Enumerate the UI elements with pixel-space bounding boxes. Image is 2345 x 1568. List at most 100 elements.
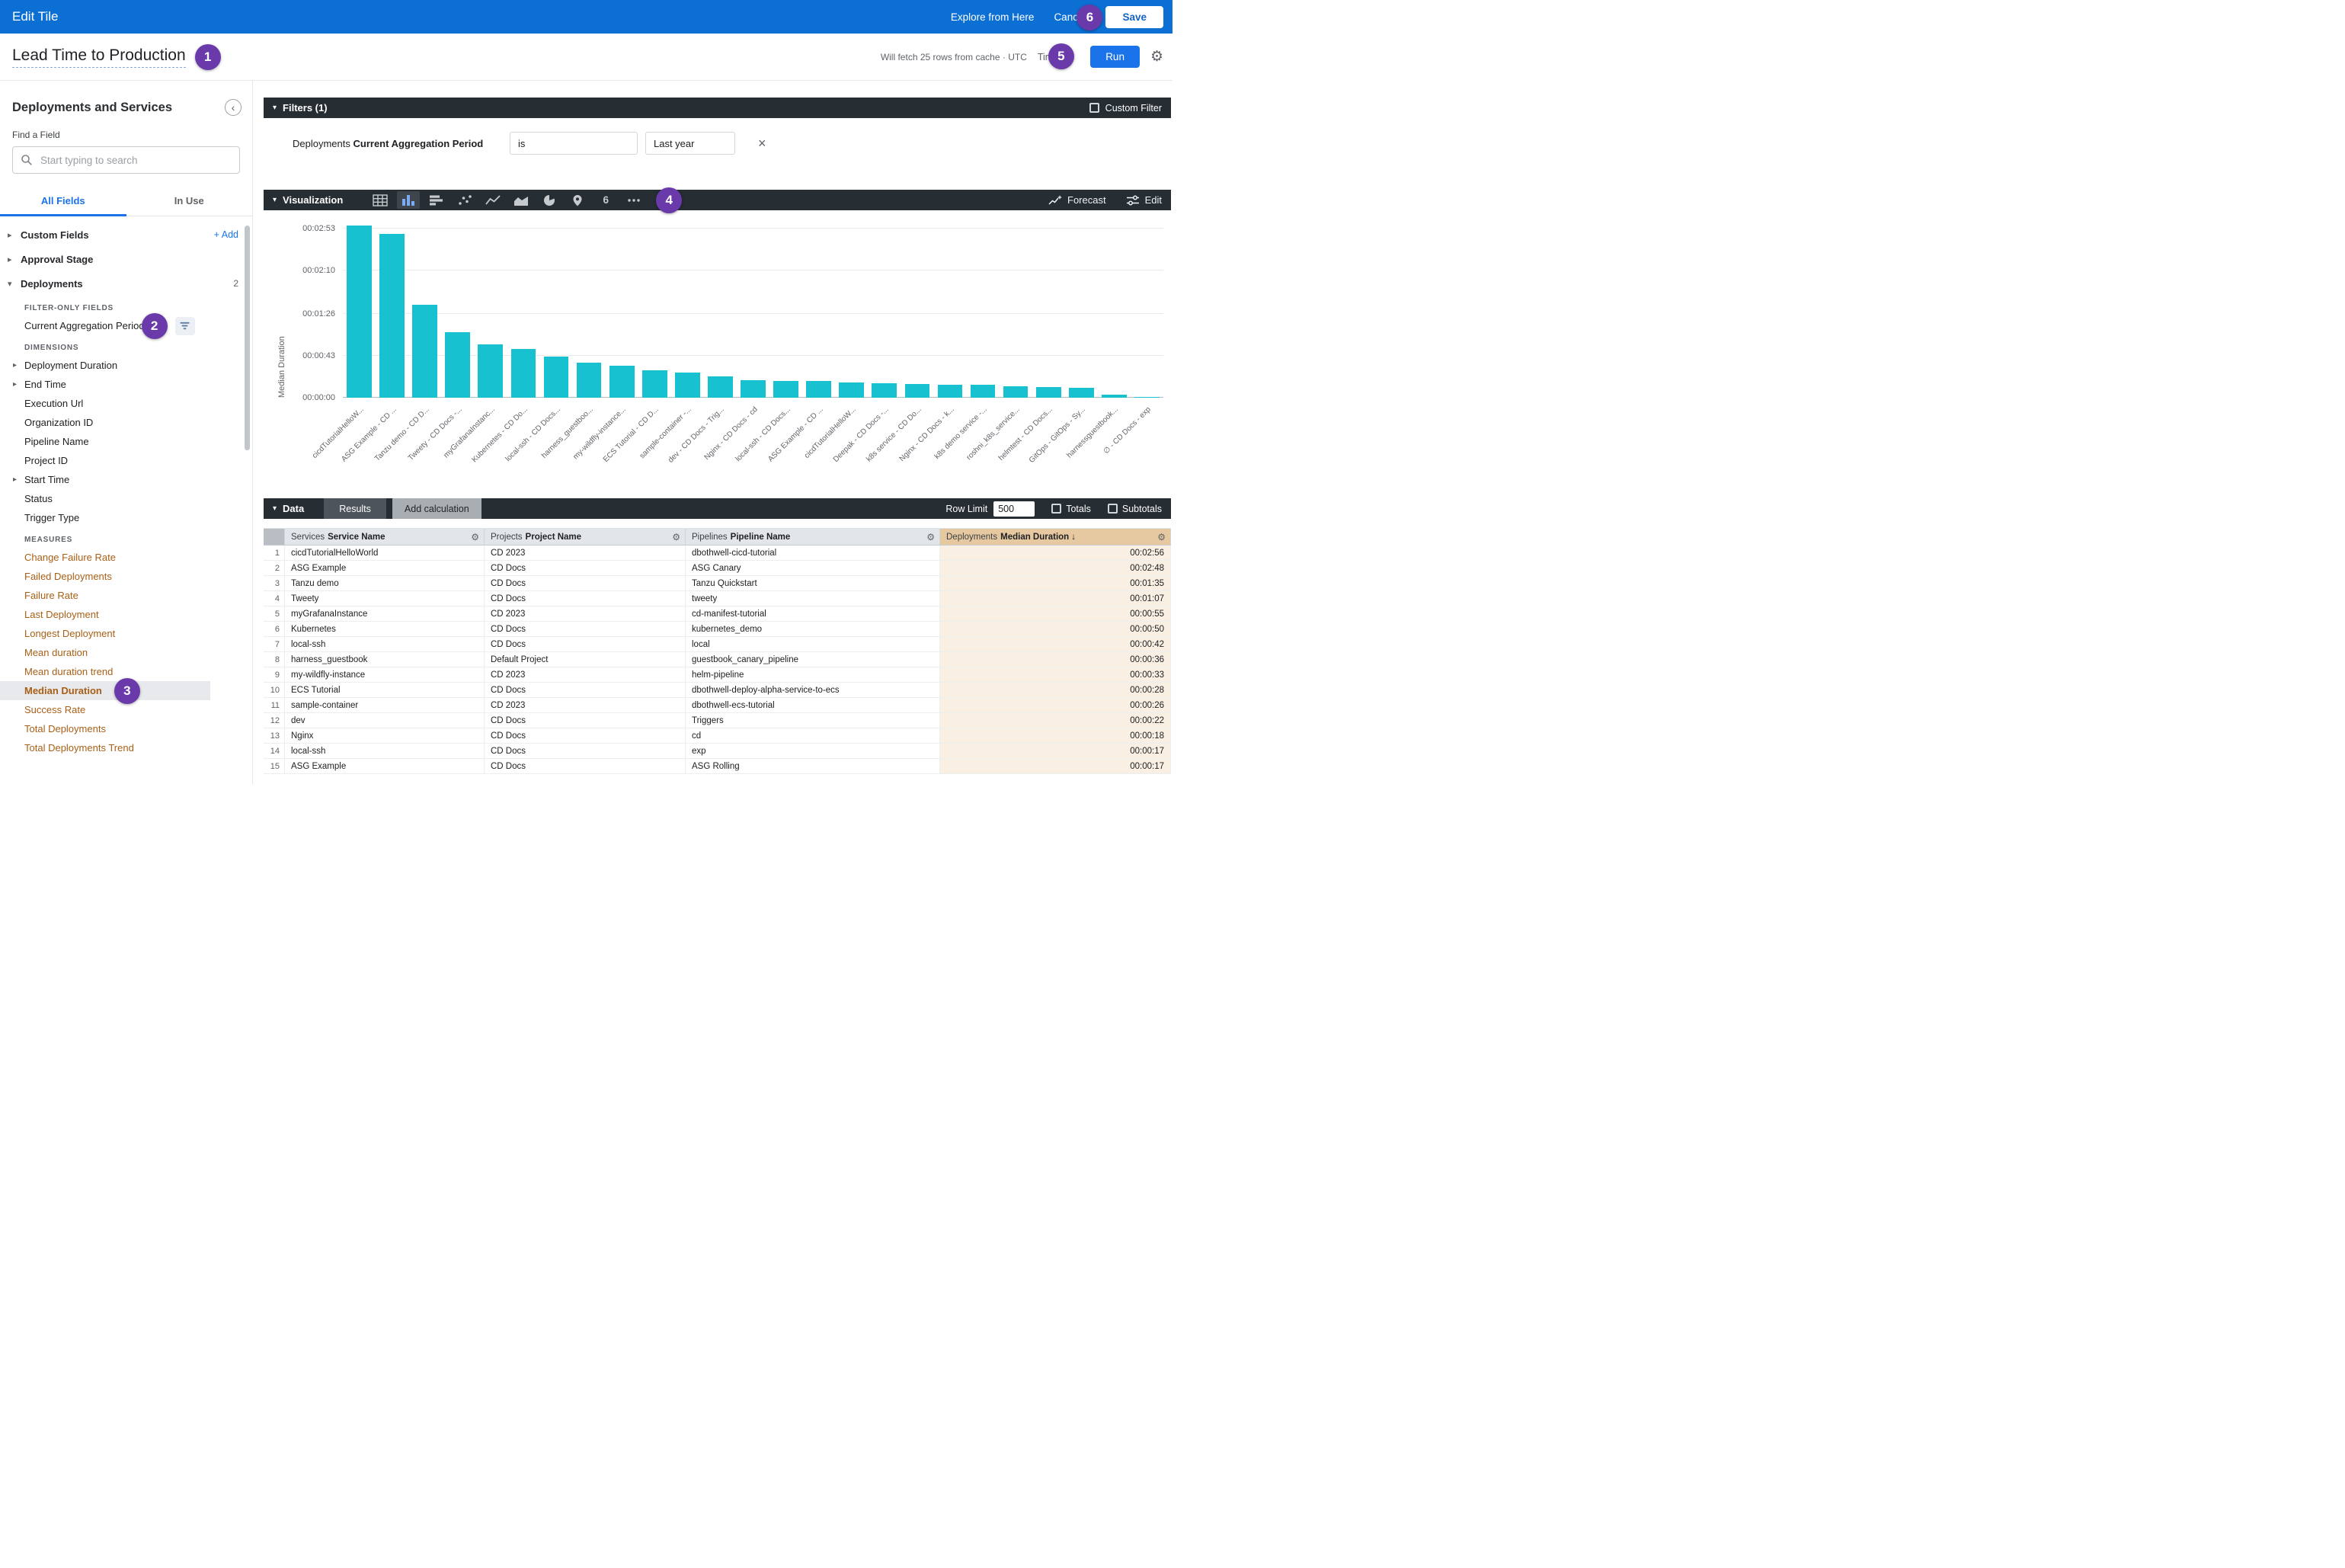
filter-by-field-button[interactable]	[175, 317, 195, 335]
filter-value-select[interactable]: Last year	[645, 132, 735, 155]
cell-pipeline-name[interactable]: Triggers	[686, 713, 940, 728]
chart-bar-24[interactable]	[1102, 395, 1127, 398]
cell-service-name[interactable]: cicdTutorialHelloWorld	[285, 546, 485, 561]
chart-bar-17[interactable]	[872, 383, 897, 398]
more-icon[interactable]	[622, 191, 645, 209]
cell-project-name[interactable]: CD Docs	[485, 728, 686, 744]
forecast-button[interactable]: Forecast	[1048, 194, 1106, 206]
chart-bar-20[interactable]	[971, 385, 996, 398]
cell-median-duration[interactable]: 00:00:33	[940, 667, 1171, 683]
remove-filter-icon[interactable]: ×	[758, 136, 766, 152]
cell-pipeline-name[interactable]: ASG Canary	[686, 561, 940, 576]
column-header-pipeline-name[interactable]: PipelinesPipeline Name ⚙	[686, 529, 940, 546]
cell-service-name[interactable]: sample-container	[285, 698, 485, 713]
column-gear-icon[interactable]: ⚙	[672, 532, 680, 542]
field-failure-rate[interactable]: Failure Rate	[0, 586, 252, 605]
row-limit-input[interactable]	[993, 501, 1035, 517]
cell-pipeline-name[interactable]: cd-manifest-tutorial	[686, 606, 940, 622]
chart-bar-19[interactable]	[938, 385, 963, 398]
single-value-icon[interactable]: 6	[594, 191, 617, 209]
subtotals-checkbox[interactable]	[1108, 504, 1118, 514]
chart-bar-6[interactable]	[511, 349, 536, 398]
cell-median-duration[interactable]: 00:00:26	[940, 698, 1171, 713]
chart-bar-16[interactable]	[839, 382, 864, 398]
column-gear-icon[interactable]: ⚙	[1157, 532, 1166, 542]
chart-bar-8[interactable]	[577, 363, 602, 398]
chart-bar-25[interactable]	[1134, 397, 1160, 398]
search-input[interactable]	[39, 154, 232, 167]
column-header-median-duration[interactable]: DeploymentsMedian Duration↓ ⚙	[940, 529, 1171, 546]
cell-project-name[interactable]: CD Docs	[485, 622, 686, 637]
cell-median-duration[interactable]: 00:02:48	[940, 561, 1171, 576]
cell-service-name[interactable]: Tanzu demo	[285, 576, 485, 591]
edit-viz-button[interactable]: Edit	[1126, 194, 1162, 206]
field-median-duration[interactable]: Median Duration 3	[0, 681, 210, 700]
cell-median-duration[interactable]: 00:00:28	[940, 683, 1171, 698]
field-execution-url[interactable]: Execution Url	[0, 394, 252, 413]
cell-project-name[interactable]: Default Project	[485, 652, 686, 667]
cell-pipeline-name[interactable]: ASG Rolling	[686, 759, 940, 774]
collapse-data-icon[interactable]: ▾	[273, 504, 277, 513]
field-failed-deployments[interactable]: Failed Deployments	[0, 567, 252, 586]
field-pipeline-name[interactable]: Pipeline Name	[0, 432, 252, 451]
area-chart-icon[interactable]	[510, 191, 533, 209]
cell-project-name[interactable]: CD Docs	[485, 713, 686, 728]
tab-results[interactable]: Results	[324, 498, 386, 519]
cell-pipeline-name[interactable]: cd	[686, 728, 940, 744]
field-project-id[interactable]: Project ID	[0, 451, 252, 470]
cell-pipeline-name[interactable]: exp	[686, 744, 940, 759]
sidebar-scrollbar[interactable]	[245, 226, 250, 450]
chart-bar-4[interactable]	[445, 332, 470, 398]
chart-bar-9[interactable]	[609, 366, 635, 398]
cell-median-duration[interactable]: 00:00:17	[940, 759, 1171, 774]
chart-bar-5[interactable]	[478, 344, 503, 398]
cell-median-duration[interactable]: 00:00:50	[940, 622, 1171, 637]
field-start-time[interactable]: ▸ Start Time	[0, 470, 252, 489]
cell-project-name[interactable]: CD 2023	[485, 667, 686, 683]
chart-bar-14[interactable]	[773, 381, 798, 398]
cell-project-name[interactable]: CD Docs	[485, 576, 686, 591]
field-total-deployments-trend[interactable]: Total Deployments Trend	[0, 738, 252, 757]
field-current-aggregation-period[interactable]: Current Aggregation Period 2	[0, 316, 252, 335]
cell-service-name[interactable]: ASG Example	[285, 561, 485, 576]
column-gear-icon[interactable]: ⚙	[471, 532, 479, 542]
chart-bar-13[interactable]	[741, 380, 766, 398]
add-calculation-button[interactable]: Add calculation	[392, 498, 481, 519]
cell-median-duration[interactable]: 00:00:18	[940, 728, 1171, 744]
cell-median-duration[interactable]: 00:00:42	[940, 637, 1171, 652]
tile-title-input[interactable]: Lead Time to Production	[12, 46, 186, 68]
field-longest-deployment[interactable]: Longest Deployment	[0, 624, 252, 643]
chart-bar-7[interactable]	[544, 357, 569, 398]
totals-checkbox[interactable]	[1051, 504, 1061, 514]
field-end-time[interactable]: ▸ End Time	[0, 375, 252, 394]
settings-gear-icon[interactable]: ⚙	[1150, 48, 1163, 66]
cell-median-duration[interactable]: 00:00:55	[940, 606, 1171, 622]
cell-project-name[interactable]: CD Docs	[485, 744, 686, 759]
cell-pipeline-name[interactable]: local	[686, 637, 940, 652]
cell-project-name[interactable]: CD Docs	[485, 591, 686, 606]
save-button[interactable]: Save	[1105, 6, 1163, 28]
cell-pipeline-name[interactable]: dbothwell-ecs-tutorial	[686, 698, 940, 713]
chart-bar-2[interactable]	[379, 234, 405, 398]
chart-bar-3[interactable]	[412, 305, 437, 398]
cell-median-duration[interactable]: 00:00:22	[940, 713, 1171, 728]
field-deployment-duration[interactable]: ▸ Deployment Duration	[0, 356, 252, 375]
column-chart-icon[interactable]	[397, 191, 420, 209]
pie-chart-icon[interactable]	[538, 191, 561, 209]
cell-service-name[interactable]: dev	[285, 713, 485, 728]
cell-service-name[interactable]: local-ssh	[285, 637, 485, 652]
cell-service-name[interactable]: Nginx	[285, 728, 485, 744]
cell-service-name[interactable]: ECS Tutorial	[285, 683, 485, 698]
column-gear-icon[interactable]: ⚙	[926, 532, 935, 542]
chart-bar-22[interactable]	[1036, 387, 1061, 398]
chart-bar-15[interactable]	[806, 381, 831, 398]
field-trigger-type[interactable]: Trigger Type	[0, 508, 252, 527]
map-pin-icon[interactable]	[566, 191, 589, 209]
field-change-failure-rate[interactable]: Change Failure Rate	[0, 548, 252, 567]
field-organization-id[interactable]: Organization ID	[0, 413, 252, 432]
chart-bar-23[interactable]	[1069, 388, 1094, 398]
cell-project-name[interactable]: CD 2023	[485, 698, 686, 713]
cell-service-name[interactable]: myGrafanaInstance	[285, 606, 485, 622]
cell-pipeline-name[interactable]: dbothwell-cicd-tutorial	[686, 546, 940, 561]
cell-project-name[interactable]: CD Docs	[485, 561, 686, 576]
